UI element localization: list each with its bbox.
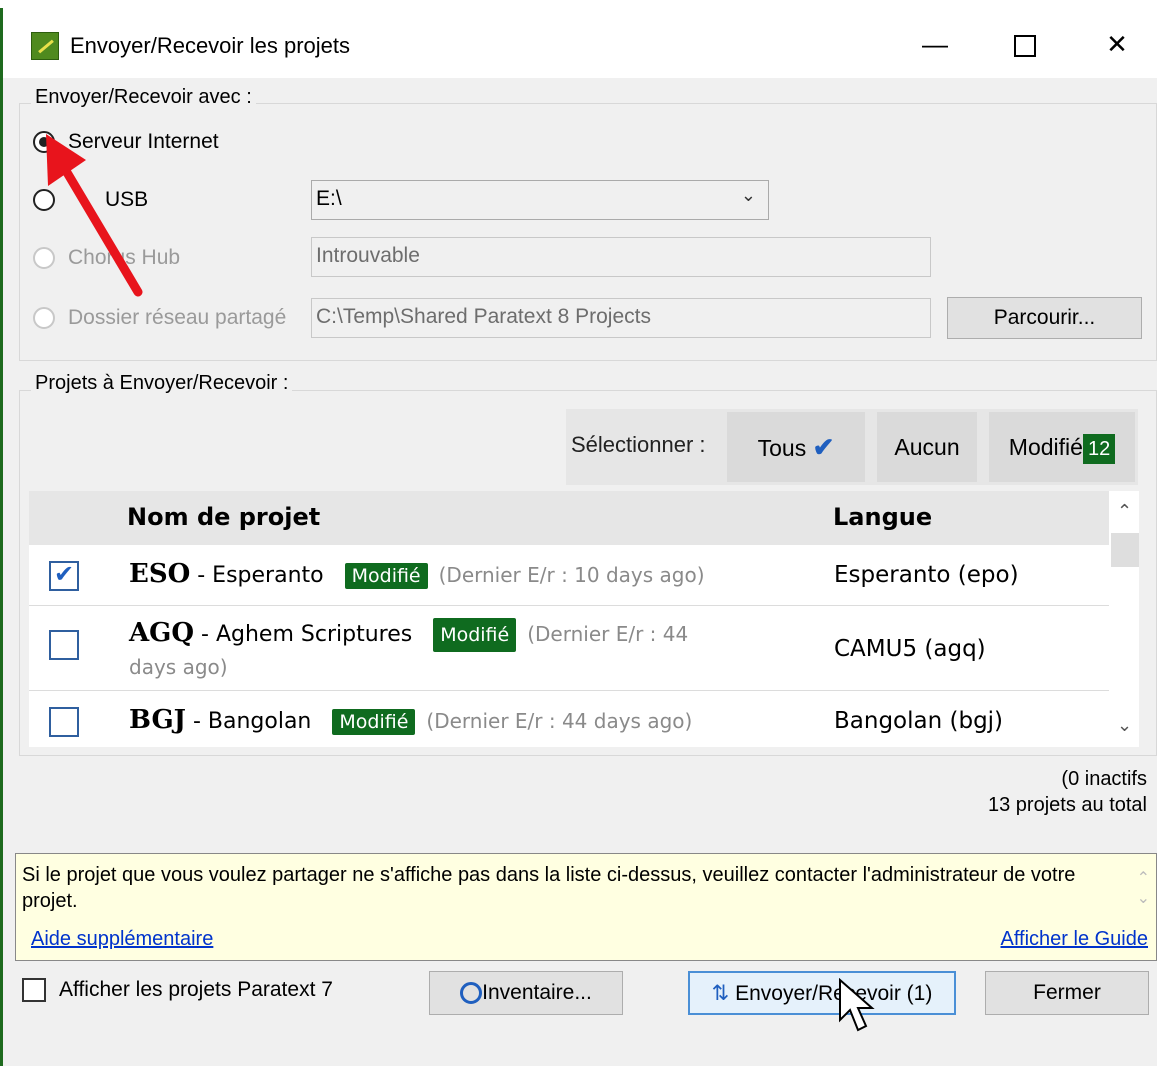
row-checkbox[interactable] bbox=[49, 630, 79, 660]
scroll-down-icon[interactable]: ⌄ bbox=[1117, 715, 1132, 736]
radio-internet-server[interactable] bbox=[33, 131, 55, 153]
show-pt7-checkbox[interactable] bbox=[22, 978, 46, 1002]
browse-button[interactable]: Parcourir... bbox=[947, 297, 1142, 339]
connection-group-title: Envoyer/Recevoir avec : bbox=[31, 86, 256, 109]
last-sync-text: (Dernier E/r : 44 days ago) bbox=[426, 709, 693, 733]
select-modified-button[interactable]: Modifié 12 bbox=[989, 412, 1135, 482]
project-name-cell: AGQ - Aghem Scriptures Modifié (Dernier … bbox=[129, 618, 809, 683]
usb-drive-select[interactable]: E:\ ⌄ bbox=[311, 180, 769, 220]
sync-icon: ⇅ bbox=[711, 982, 730, 1005]
close-button[interactable]: Fermer bbox=[985, 971, 1149, 1015]
projects-group-title: Projets à Envoyer/Recevoir : bbox=[31, 372, 293, 395]
minimize-button[interactable]: — bbox=[915, 26, 955, 62]
row-checkbox[interactable] bbox=[49, 707, 79, 737]
window-top-edge bbox=[0, 0, 1157, 8]
inventory-label: Inventaire... bbox=[482, 981, 592, 1004]
radio-shared-folder[interactable] bbox=[33, 307, 55, 329]
guide-link[interactable]: Afficher le Guide bbox=[1001, 928, 1149, 951]
row-checkbox[interactable] bbox=[49, 560, 79, 591]
table-scrollbar[interactable]: ⌃ ⌄ bbox=[1109, 491, 1139, 747]
language-cell: Bangolan (bgj) bbox=[834, 708, 1004, 734]
close-window-button[interactable]: ✕ bbox=[1097, 26, 1137, 62]
column-header-name[interactable]: Nom de projet bbox=[127, 503, 320, 531]
last-sync-text-cont: days ago) bbox=[129, 655, 228, 679]
radio-chorus-hub-label[interactable]: Chorus Hub bbox=[68, 246, 180, 270]
select-modified-label: Modifié bbox=[1008, 434, 1083, 460]
last-sync-text: (Dernier E/r : 44 bbox=[527, 622, 689, 646]
info-box: Si le projet que vous voulez partager ne… bbox=[15, 853, 1157, 961]
select-none-button[interactable]: Aucun bbox=[877, 412, 977, 482]
scroll-up-icon[interactable]: ⌃ bbox=[1117, 501, 1132, 522]
help-link[interactable]: Aide supplémentaire bbox=[31, 928, 213, 951]
table-row[interactable]: ESO - Esperanto Modifié (Dernier E/r : 1… bbox=[29, 545, 1109, 606]
inactive-count: (0 inactifs bbox=[1061, 768, 1147, 790]
modified-badge: Modifié bbox=[332, 709, 416, 735]
project-code: AGQ bbox=[129, 618, 195, 648]
modified-count-badge: 12 bbox=[1082, 433, 1116, 464]
last-sync-text: (Dernier E/r : 10 days ago) bbox=[438, 563, 705, 587]
modified-badge: Modifié bbox=[433, 618, 517, 652]
info-text: Si le projet que vous voulez partager ne… bbox=[22, 864, 1076, 912]
project-code: ESO bbox=[129, 559, 191, 589]
maximize-icon bbox=[1014, 35, 1036, 58]
column-header-language[interactable]: Langue bbox=[833, 503, 932, 531]
table-header: Nom de projet Langue bbox=[29, 491, 1109, 545]
chorus-hub-field: Introuvable bbox=[311, 237, 931, 277]
project-title: - Aghem Scriptures bbox=[201, 622, 413, 647]
select-all-label: Tous bbox=[757, 435, 807, 461]
usb-drive-value: E:\ bbox=[316, 187, 342, 210]
project-name-cell: ESO - Esperanto Modifié (Dernier E/r : 1… bbox=[129, 559, 705, 589]
radio-shared-folder-label[interactable]: Dossier réseau partagé bbox=[68, 306, 286, 330]
project-title: - Esperanto bbox=[197, 563, 324, 588]
maximize-button[interactable] bbox=[1005, 26, 1045, 62]
send-receive-dialog: Envoyer/Recevoir les projets — ✕ Envoyer… bbox=[3, 8, 1157, 1066]
radio-usb[interactable] bbox=[33, 189, 55, 211]
radio-internet-server-label[interactable]: Serveur Internet bbox=[68, 130, 219, 154]
project-title: - Bangolan bbox=[192, 709, 312, 734]
info-scrollbar[interactable]: ⌃ ⌄ bbox=[1137, 868, 1150, 908]
select-label: Sélectionner : bbox=[571, 432, 706, 457]
paratext-app-icon bbox=[31, 32, 59, 60]
checkmark-icon: ✔ bbox=[812, 432, 835, 462]
radio-chorus-hub[interactable] bbox=[33, 247, 55, 269]
project-name-cell: BGJ - Bangolan Modifié (Dernier E/r : 44… bbox=[129, 705, 692, 735]
window-title: Envoyer/Recevoir les projets bbox=[70, 33, 351, 58]
table-row[interactable]: AGQ - Aghem Scriptures Modifié (Dernier … bbox=[29, 606, 1109, 691]
show-pt7-label[interactable]: Afficher les projets Paratext 7 bbox=[59, 978, 333, 1002]
shared-folder-path: C:\Temp\Shared Paratext 8 Projects bbox=[311, 298, 931, 338]
modified-badge: Modifié bbox=[344, 563, 428, 589]
select-all-button[interactable]: Tous ✔ bbox=[727, 412, 865, 482]
clock-icon bbox=[460, 982, 483, 1005]
projects-table: Nom de projet Langue ESO - Esperanto Mod… bbox=[29, 491, 1139, 747]
send-receive-button[interactable]: ⇅ Envoyer/Recevoir (1) bbox=[688, 971, 956, 1015]
title-bar: Envoyer/Recevoir les projets — ✕ bbox=[3, 8, 1157, 78]
table-row[interactable]: BGJ - Bangolan Modifié (Dernier E/r : 44… bbox=[29, 691, 1109, 747]
total-count: 13 projets au total bbox=[988, 794, 1147, 816]
send-receive-label: Envoyer/Recevoir (1) bbox=[735, 982, 933, 1005]
chevron-down-icon: ⌄ bbox=[740, 185, 756, 205]
language-cell: Esperanto (epo) bbox=[834, 562, 1019, 588]
radio-usb-label[interactable]: USB bbox=[105, 188, 148, 212]
project-code: BGJ bbox=[129, 705, 186, 735]
inventory-button[interactable]: Inventaire... bbox=[429, 971, 623, 1015]
language-cell: CAMU5 (agq) bbox=[834, 636, 986, 662]
scroll-thumb[interactable] bbox=[1111, 533, 1139, 567]
